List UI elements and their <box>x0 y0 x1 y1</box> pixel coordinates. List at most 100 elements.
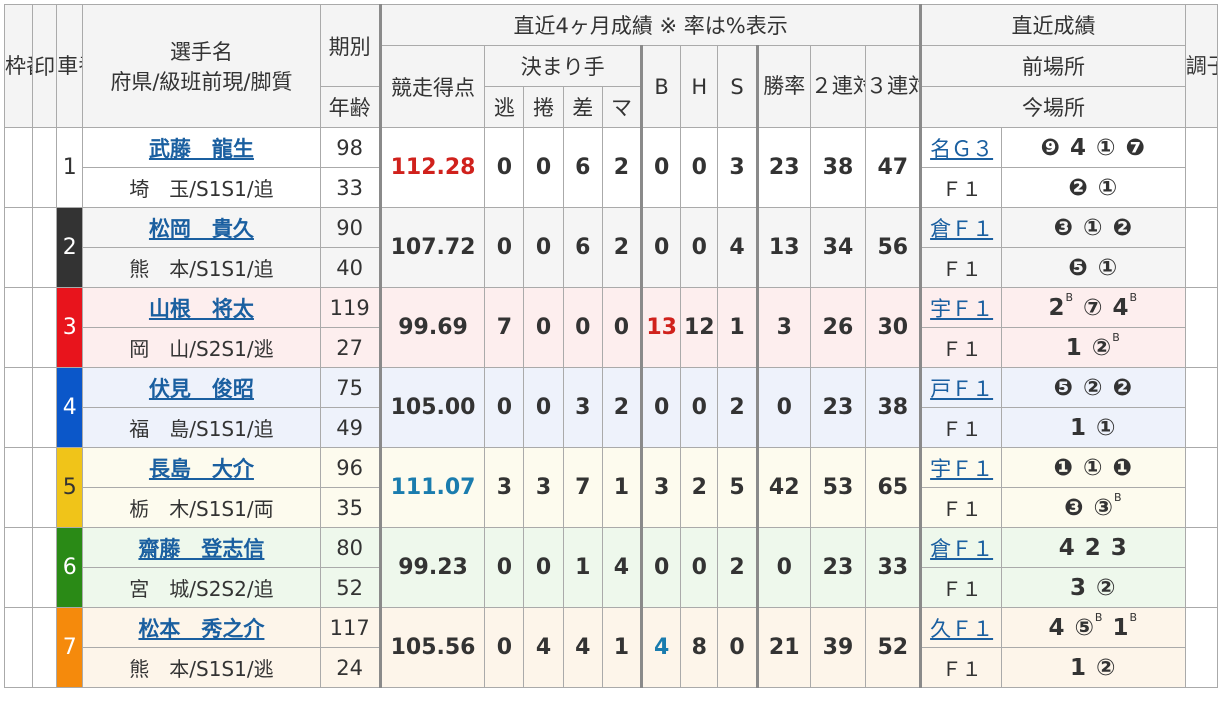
stat-win-rate: 0 <box>756 527 811 608</box>
rider-info: 岡 山/S2S1/逃 <box>82 327 321 368</box>
stat-mark: 1 <box>601 607 644 688</box>
prev-venue-link[interactable]: 倉Ｆ１ <box>930 217 993 241</box>
stat-sashi: 4 <box>562 607 603 688</box>
stat-ren3-rate: 56 <box>865 207 922 288</box>
stat-h: 0 <box>680 367 719 448</box>
prediction-mark[interactable] <box>32 527 58 608</box>
rider-name-link[interactable]: 山根 将太 <box>149 297 254 321</box>
stat-b: 0 <box>641 527 682 608</box>
prediction-mark[interactable] <box>32 287 58 368</box>
stat-makuri: 0 <box>523 367 564 448</box>
frame-spacer <box>3 127 34 208</box>
rider-score: 105.00 <box>378 367 486 448</box>
stat-sashi: 0 <box>562 287 603 368</box>
prev-venue-link[interactable]: 宇Ｆ１ <box>930 457 993 481</box>
rider-name-link[interactable]: 長島 大介 <box>149 457 254 481</box>
back-mark: B <box>1094 610 1104 624</box>
rider-score: 107.72 <box>378 207 486 288</box>
curr-venue: Ｆ１ <box>919 647 1002 688</box>
prev-venue-link[interactable]: 久Ｆ１ <box>930 617 993 641</box>
prev-venue-link[interactable]: 名Ｇ３ <box>930 137 993 161</box>
rider-name-link[interactable]: 武藤 龍生 <box>149 137 254 161</box>
stat-win-rate: 0 <box>756 367 811 448</box>
prediction-mark[interactable] <box>32 207 58 288</box>
stat-nige: 7 <box>484 287 525 368</box>
stat-mark: 0 <box>601 287 644 368</box>
prev-results: ❾ 4 ① ❼ <box>1000 127 1186 168</box>
header-mark-k: マ <box>601 86 644 128</box>
rider-name-cell: 武藤 龍生 <box>82 127 321 168</box>
rider-info: 福 島/S1S1/追 <box>82 407 321 448</box>
rider-term: 98 <box>319 127 381 168</box>
prev-venue-link[interactable]: 宇Ｆ１ <box>930 297 993 321</box>
rider-name-link[interactable]: 伏見 俊昭 <box>149 377 254 401</box>
stat-sashi: 3 <box>562 367 603 448</box>
header-sashi: 差 <box>562 86 603 128</box>
curr-venue: Ｆ１ <box>919 487 1002 528</box>
frame-spacer <box>3 287 34 368</box>
car-number: 3 <box>56 287 84 368</box>
stat-ren2-rate: 38 <box>809 127 867 208</box>
curr-venue: Ｆ１ <box>919 167 1002 208</box>
rider-name-link[interactable]: 松本 秀之介 <box>138 617 264 641</box>
frame-spacer <box>3 367 34 448</box>
rider-name-link[interactable]: 齋藤 登志信 <box>138 537 264 561</box>
rider-info: 宮 城/S2S2/追 <box>82 567 321 608</box>
header-name: 選手名 府県/級班前現/脚質 <box>82 4 321 128</box>
header-win: 勝率 <box>756 45 811 128</box>
stat-ren2-rate: 34 <box>809 207 867 288</box>
rider-name-link[interactable]: 松岡 貴久 <box>149 217 254 241</box>
header-ren3: ３連対率 <box>865 45 922 128</box>
rider-row: 2 松岡 貴久 90 107.72 0 0 6 2 0 0 4 13 34 56… <box>3 207 1219 288</box>
stat-s: 4 <box>717 207 759 288</box>
stat-nige: 0 <box>484 527 525 608</box>
stat-ren2-rate: 53 <box>809 447 867 528</box>
curr-results: ❸ ③B <box>1000 487 1186 528</box>
rider-age: 24 <box>319 647 381 688</box>
prediction-mark[interactable] <box>32 367 58 448</box>
stat-h: 2 <box>680 447 719 528</box>
prediction-mark[interactable] <box>32 127 58 208</box>
stat-nige: 0 <box>484 367 525 448</box>
stat-win-rate: 42 <box>756 447 811 528</box>
rider-age: 27 <box>319 327 381 368</box>
prev-venue-cell: 久Ｆ１ <box>919 607 1002 648</box>
stat-h: 8 <box>680 607 719 688</box>
car-number: 7 <box>56 607 84 688</box>
rider-name-cell: 山根 将太 <box>82 287 321 328</box>
header-frame: 枠番 <box>3 4 34 128</box>
header-car: 車番 <box>56 4 84 128</box>
stat-s: 1 <box>717 287 759 368</box>
stat-b: 0 <box>641 127 682 208</box>
prev-results: ❺ ② ❷ <box>1000 367 1186 408</box>
back-mark: B <box>1113 490 1123 504</box>
rider-term: 96 <box>319 447 381 488</box>
condition-cell <box>1184 607 1219 688</box>
stat-ren2-rate: 26 <box>809 287 867 368</box>
prev-venue-link[interactable]: 戸Ｆ１ <box>930 377 993 401</box>
rider-age: 35 <box>319 487 381 528</box>
rider-age: 52 <box>319 567 381 608</box>
prediction-mark[interactable] <box>32 607 58 688</box>
stat-b: 4 <box>641 607 682 688</box>
curr-results: 1 ① <box>1000 407 1186 448</box>
rider-term: 117 <box>319 607 381 648</box>
rider-name-cell: 齋藤 登志信 <box>82 527 321 568</box>
car-number: 4 <box>56 367 84 448</box>
rider-score: 105.56 <box>378 607 486 688</box>
prediction-mark[interactable] <box>32 447 58 528</box>
stat-ren3-rate: 33 <box>865 527 922 608</box>
back-mark: B <box>1065 290 1074 304</box>
header-age: 年齢 <box>319 86 381 128</box>
stat-b: 3 <box>641 447 682 528</box>
condition-cell <box>1184 207 1219 288</box>
rider-row: 1 武藤 龍生 98 112.28 0 0 6 2 0 0 3 23 38 47… <box>3 127 1219 208</box>
condition-cell <box>1184 287 1219 368</box>
rider-age: 33 <box>319 167 381 208</box>
header-term: 期別 <box>319 4 381 87</box>
header-recent-results: 直近成績 <box>919 4 1186 46</box>
rider-info: 栃 木/S1S1/両 <box>82 487 321 528</box>
stat-ren3-rate: 30 <box>865 287 922 368</box>
stat-mark: 2 <box>601 127 644 208</box>
prev-venue-link[interactable]: 倉Ｆ１ <box>930 537 993 561</box>
